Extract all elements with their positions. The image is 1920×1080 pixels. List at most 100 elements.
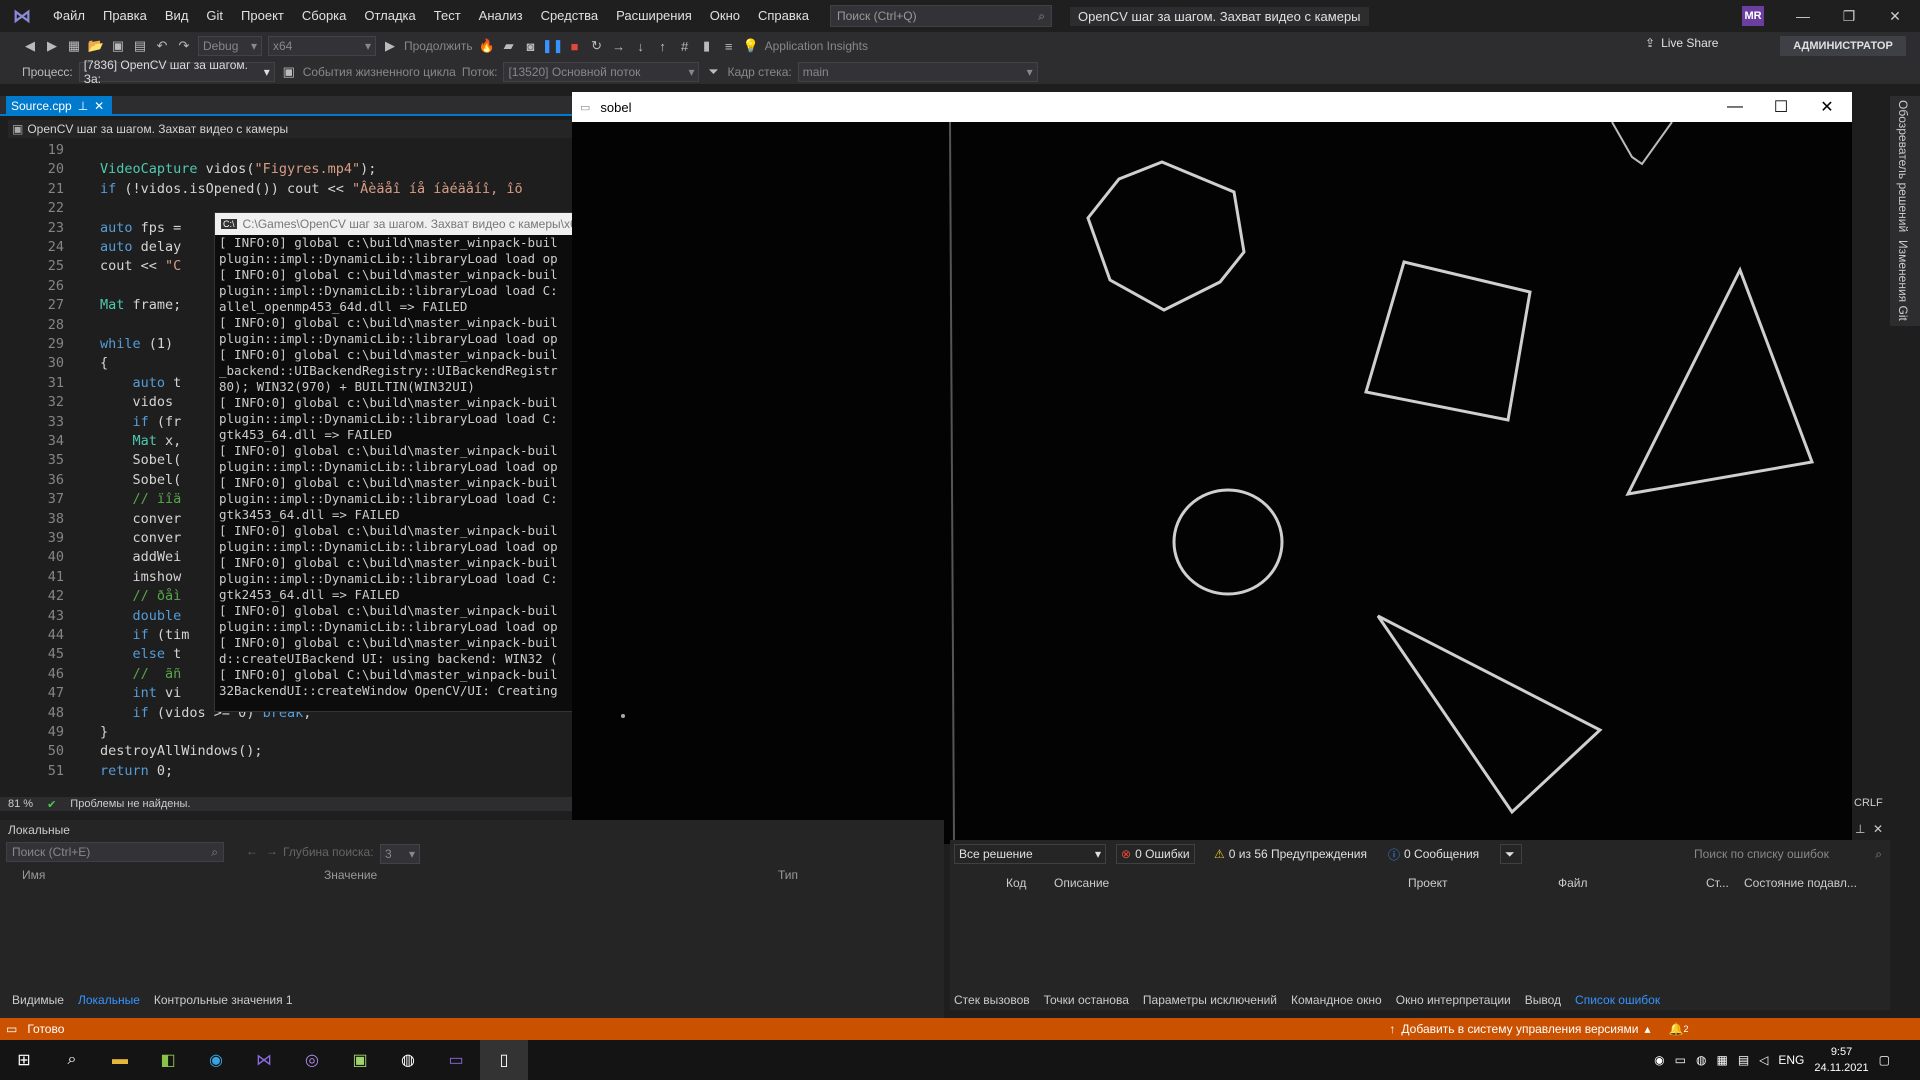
- pycharm-icon[interactable]: ▣: [336, 1040, 384, 1080]
- restore-button[interactable]: ❐: [1826, 0, 1872, 32]
- navigation-bar[interactable]: ▣ OpenCV шаг за шагом. Захват видео с ка…: [8, 120, 578, 138]
- bottom-tab[interactable]: Командное окно: [1291, 993, 1382, 1007]
- menu-item[interactable]: Анализ: [470, 0, 532, 32]
- visual-studio-icon[interactable]: ⋈: [240, 1040, 288, 1080]
- camera-icon[interactable]: ◙: [523, 38, 539, 54]
- process-select[interactable]: [7836] OpenCV шаг за шагом. За: ▾: [78, 58, 275, 86]
- undo-icon[interactable]: ↶: [154, 38, 170, 54]
- scope-select[interactable]: Все решение ▾: [954, 844, 1106, 864]
- step-out-icon[interactable]: ↑: [655, 38, 671, 54]
- sobel-close-button[interactable]: ✕: [1804, 92, 1850, 122]
- debug-console-icon[interactable]: ▭: [432, 1040, 480, 1080]
- git-changes-tab[interactable]: Изменения Git: [1896, 240, 1910, 321]
- errors-filter-button[interactable]: ⊗ 0 Ошибки: [1116, 844, 1195, 864]
- code-line[interactable]: 19: [0, 142, 580, 161]
- hex-icon[interactable]: #: [677, 38, 693, 54]
- sobel-window[interactable]: ▭ sobel — ☐ ✕: [572, 92, 1852, 844]
- menu-item[interactable]: Вид: [156, 0, 198, 32]
- search-icon[interactable]: ⌕: [1875, 847, 1882, 862]
- panel-close-icon[interactable]: ✕: [1873, 822, 1883, 836]
- language-indicator[interactable]: ENG: [1778, 1053, 1804, 1067]
- folder-icon[interactable]: ▰: [501, 38, 517, 54]
- close-button[interactable]: ✕: [1872, 0, 1918, 32]
- pin-icon[interactable]: ⊥: [78, 99, 88, 113]
- sobel-minimize-button[interactable]: —: [1712, 92, 1758, 122]
- search-icon[interactable]: ⌕: [211, 845, 218, 860]
- hot-reload-icon[interactable]: 🔥: [479, 38, 495, 54]
- code-line[interactable]: 50 destroyAllWindows();: [0, 743, 580, 762]
- tab-source-cpp[interactable]: Source.cpp ⊥ ✕: [6, 96, 112, 116]
- start-windows-icon[interactable]: ⊞: [0, 1040, 48, 1080]
- edge-browser-icon[interactable]: ◉: [192, 1040, 240, 1080]
- menu-item[interactable]: Расширения: [607, 0, 701, 32]
- code-line[interactable]: 20 VideoCapture vidos("Figyres.mp4");: [0, 161, 580, 180]
- steam-icon[interactable]: ◍: [384, 1040, 432, 1080]
- tab-visible[interactable]: Видимые: [12, 993, 64, 1007]
- restart-icon[interactable]: ↻: [589, 38, 605, 54]
- problems-status[interactable]: Проблемы не найдены.: [70, 798, 190, 810]
- menu-item[interactable]: Тест: [425, 0, 470, 32]
- code-line[interactable]: 21 if (!vidos.isOpened()) cout << "Âèäåî …: [0, 181, 580, 200]
- warnings-filter-button[interactable]: ⚠ 0 из 56 Предупреждения: [1210, 844, 1371, 864]
- zoom-level[interactable]: 81 %: [8, 798, 33, 810]
- col-value[interactable]: Значение: [324, 868, 377, 882]
- new-project-icon[interactable]: ▦: [66, 38, 82, 54]
- apps-tray-icon[interactable]: ▦: [1716, 1053, 1727, 1067]
- line-ending[interactable]: CRLF: [1854, 797, 1883, 809]
- sobel-titlebar[interactable]: ▭ sobel — ☐ ✕: [572, 92, 1852, 122]
- bottom-tab[interactable]: Точки останова: [1044, 993, 1129, 1007]
- comment-icon[interactable]: ≡: [721, 38, 737, 54]
- minimize-button[interactable]: —: [1780, 0, 1826, 32]
- sobel-maximize-button[interactable]: ☐: [1758, 92, 1804, 122]
- tab-locals[interactable]: Локальные: [78, 993, 140, 1007]
- stop-icon[interactable]: ■: [567, 38, 583, 54]
- bottom-tab[interactable]: Вывод: [1525, 993, 1561, 1007]
- col-suppression[interactable]: Состояние подавл...: [1744, 876, 1857, 890]
- clock[interactable]: 9:57 24.11.2021: [1814, 1044, 1868, 1076]
- continue-button[interactable]: Продолжить: [404, 39, 473, 53]
- col-line[interactable]: Ст...: [1706, 876, 1729, 890]
- notifications-icon[interactable]: 🔔: [1669, 1022, 1684, 1036]
- monitor-tray-icon[interactable]: ▭: [1675, 1053, 1686, 1067]
- avatar[interactable]: MR: [1742, 6, 1764, 26]
- file-explorer-icon[interactable]: ▬: [96, 1040, 144, 1080]
- pause-icon[interactable]: ❚❚: [542, 38, 564, 54]
- bottom-tab[interactable]: Окно интерпретации: [1396, 993, 1511, 1007]
- menu-item[interactable]: Средства: [532, 0, 608, 32]
- panel-pin-icon[interactable]: ⊥: [1855, 822, 1865, 836]
- col-file[interactable]: Файл: [1558, 876, 1588, 890]
- menu-item[interactable]: Сборка: [293, 0, 356, 32]
- search-icon[interactable]: ⌕: [48, 1040, 96, 1080]
- col-type[interactable]: Тип: [778, 868, 798, 882]
- play-icon[interactable]: ▶: [382, 38, 398, 54]
- back-arrow-icon[interactable]: ←: [246, 844, 258, 858]
- console-window[interactable]: C:\ C:\Games\OpenCV шаг за шагом. Захват…: [214, 212, 574, 712]
- menu-item[interactable]: Проект: [232, 0, 293, 32]
- menu-item[interactable]: Git: [197, 0, 232, 32]
- code-line[interactable]: 51 return 0;: [0, 763, 580, 782]
- forward-icon[interactable]: ▶: [44, 38, 60, 54]
- github-icon[interactable]: ◎: [288, 1040, 336, 1080]
- notification-center-icon[interactable]: ▢: [1879, 1053, 1890, 1067]
- tab-watch-1[interactable]: Контрольные значения 1: [154, 993, 293, 1007]
- back-icon[interactable]: ◀: [22, 38, 38, 54]
- volume-icon[interactable]: ◁: [1759, 1053, 1768, 1067]
- app-icon[interactable]: ◧: [144, 1040, 192, 1080]
- col-name[interactable]: Имя: [22, 868, 45, 882]
- col-description[interactable]: Описание: [1054, 876, 1109, 890]
- menu-item[interactable]: Правка: [94, 0, 156, 32]
- thread-select[interactable]: [13520] Основной поток ▾: [503, 62, 700, 82]
- config-select[interactable]: Debug ▾: [198, 36, 262, 56]
- open-icon[interactable]: 📂: [88, 38, 104, 54]
- opencv-window-icon[interactable]: ▯: [480, 1040, 528, 1080]
- solution-explorer-tab[interactable]: Обозреватель решений: [1896, 100, 1910, 232]
- col-code[interactable]: Код: [1006, 876, 1026, 890]
- code-line[interactable]: 49}: [0, 724, 580, 743]
- lifecycle-events-button[interactable]: События жизненного цикла: [303, 65, 456, 79]
- search-icon[interactable]: ⌕: [1038, 9, 1045, 24]
- forward-arrow-icon[interactable]: →: [266, 844, 278, 858]
- save-icon[interactable]: ▣: [110, 38, 126, 54]
- col-project[interactable]: Проект: [1408, 876, 1448, 890]
- bottom-tab[interactable]: Стек вызовов: [954, 993, 1030, 1007]
- app-insights-button[interactable]: Application Insights: [765, 39, 868, 53]
